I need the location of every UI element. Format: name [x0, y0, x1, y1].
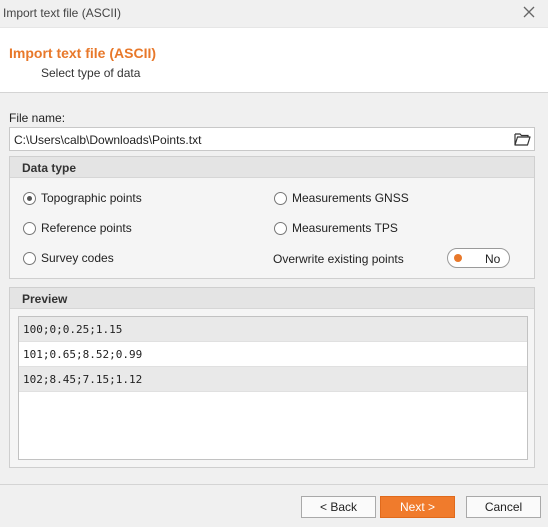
data-type-group: Data type Topographic points Measurement…	[9, 156, 535, 279]
back-button[interactable]: < Back	[301, 496, 376, 518]
preview-heading: Preview	[10, 288, 534, 309]
radio-dot[interactable]	[274, 221, 287, 235]
preview-row: 101;0.65;8.52;0.99	[19, 342, 527, 367]
wizard-title: Import text file (ASCII)	[9, 45, 157, 61]
overwrite-toggle[interactable]: No	[447, 248, 510, 268]
radio-measurements-tps[interactable]: Measurements TPS	[274, 221, 398, 235]
preview-list[interactable]: 100;0;0.25;1.15 101;0.65;8.52;0.99 102;8…	[18, 316, 528, 460]
file-name-field[interactable]: C:\Users\calb\Downloads\Points.txt	[9, 127, 535, 151]
file-name-value[interactable]: C:\Users\calb\Downloads\Points.txt	[14, 133, 201, 147]
title-bar: Import text file (ASCII)	[0, 0, 548, 27]
close-icon[interactable]	[522, 5, 536, 19]
radio-reference-points[interactable]: Reference points	[23, 221, 132, 235]
overwrite-label: Overwrite existing points	[273, 252, 404, 266]
data-type-heading: Data type	[10, 157, 534, 178]
toggle-knob	[454, 254, 462, 262]
radio-label: Reference points	[41, 221, 132, 235]
radio-dot-selected[interactable]	[23, 191, 36, 205]
radio-measurements-gnss[interactable]: Measurements GNSS	[274, 191, 409, 205]
preview-row: 100;0;0.25;1.15	[19, 317, 527, 342]
radio-label: Measurements TPS	[292, 221, 398, 235]
next-button[interactable]: Next >	[380, 496, 455, 518]
file-name-label: File name:	[9, 111, 66, 125]
cancel-button[interactable]: Cancel	[466, 496, 541, 518]
radio-dot[interactable]	[23, 251, 36, 265]
radio-label: Topographic points	[41, 191, 142, 205]
radio-survey-codes[interactable]: Survey codes	[23, 251, 114, 265]
footer-divider	[0, 484, 548, 485]
radio-dot[interactable]	[23, 221, 36, 235]
radio-topographic-points[interactable]: Topographic points	[23, 191, 142, 205]
wizard-subtitle: Select type of data	[41, 66, 141, 80]
window-title: Import text file (ASCII)	[3, 6, 122, 20]
radio-label: Survey codes	[41, 251, 114, 265]
radio-dot[interactable]	[274, 191, 287, 205]
preview-row: 102;8.45;7.15;1.12	[19, 367, 527, 392]
toggle-value: No	[485, 252, 501, 266]
wizard-header: Import text file (ASCII) Select type of …	[0, 27, 548, 93]
folder-open-icon[interactable]	[514, 132, 531, 146]
radio-label: Measurements GNSS	[292, 191, 409, 205]
preview-group: Preview 100;0;0.25;1.15 101;0.65;8.52;0.…	[9, 287, 535, 468]
